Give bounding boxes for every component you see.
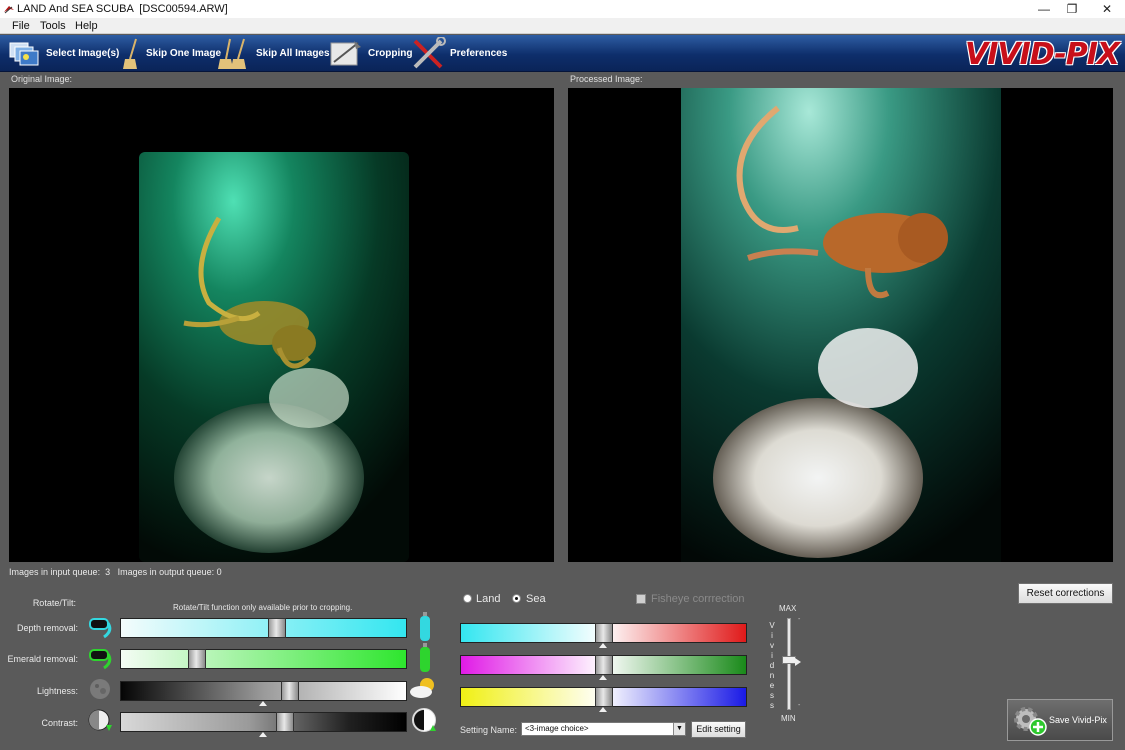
vividness-min-label: MIN <box>781 714 796 723</box>
skip-all-button[interactable]: Skip All Images <box>218 35 330 72</box>
lightness-slider[interactable] <box>120 681 407 701</box>
vividness-thumb[interactable] <box>782 656 796 664</box>
processed-image-label: Processed Image: <box>570 74 643 84</box>
dive-mask-green-icon <box>89 649 112 670</box>
menu-tools[interactable]: Tools <box>40 20 66 32</box>
toolbar: Select Image(s) Skip One Image Skip All … <box>0 35 1125 72</box>
contrast-thumb[interactable] <box>276 712 294 732</box>
magenta-green-marker <box>599 675 607 680</box>
land-radio[interactable] <box>463 594 472 603</box>
cropping-button[interactable]: Cropping <box>328 35 412 72</box>
window-title: LAND And SEA SCUBA [DSC00594.ARW] <box>17 3 228 15</box>
preferences-button[interactable]: Preferences <box>410 35 507 72</box>
contrast-low-icon <box>88 709 112 731</box>
vividness-max-label: MAX <box>779 604 797 613</box>
land-label: Land <box>476 593 501 605</box>
app-icon <box>4 6 14 14</box>
gear-plus-icon <box>1014 707 1047 736</box>
magenta-green-thumb[interactable] <box>595 655 613 675</box>
original-photo <box>139 152 409 562</box>
menu-bar: File Tools Help <box>0 18 1125 34</box>
broom-icon <box>123 38 137 69</box>
cyan-red-slider[interactable] <box>460 623 747 643</box>
select-images-label: Select Image(s) <box>46 48 120 59</box>
dive-mask-cyan-icon <box>89 618 112 639</box>
emerald-removal-label: Emerald removal: <box>7 654 78 664</box>
vividness-letter: e <box>769 681 775 690</box>
queue-status: Images in input queue: 3 Images in outpu… <box>9 567 222 577</box>
contrast-slider[interactable] <box>120 712 407 732</box>
emerald-removal-slider[interactable] <box>120 649 407 669</box>
vivid-pix-logo: VIVID-PIX <box>965 37 1120 72</box>
vividness-letter: s <box>770 701 774 710</box>
vividness-letter: i <box>771 651 773 660</box>
skip-one-button[interactable]: Skip One Image <box>122 35 221 72</box>
vividness-pointer-icon <box>795 658 801 666</box>
edit-setting-button[interactable]: Edit setting <box>691 721 746 738</box>
vividness-letter: s <box>770 691 774 700</box>
depth-removal-label: Depth removal: <box>16 623 78 633</box>
lightness-default-marker <box>259 701 267 706</box>
lightness-thumb[interactable] <box>281 681 299 701</box>
vividness-label: Vividness <box>768 621 776 711</box>
tools-icon <box>413 36 446 68</box>
setting-name-label: Setting Name: <box>460 725 518 735</box>
original-image-panel <box>9 88 554 562</box>
depth-removal-thumb[interactable] <box>268 618 286 638</box>
tank-green-icon <box>420 643 430 672</box>
magenta-green-slider[interactable] <box>460 655 747 675</box>
brooms-icon <box>218 38 246 69</box>
cropping-label: Cropping <box>368 48 413 59</box>
moon-icon <box>90 679 110 699</box>
rotate-tilt-label: Rotate/Tilt: <box>32 598 76 608</box>
vividness-letter: n <box>769 671 775 680</box>
vividness-letter: d <box>769 661 775 670</box>
vividness-letter: v <box>770 641 774 650</box>
lightness-label: Lightness: <box>36 686 78 696</box>
fisheye-label: Fisheye corrrection <box>651 593 745 605</box>
sea-label: Sea <box>526 593 546 605</box>
menu-help[interactable]: Help <box>75 20 98 32</box>
tank-cyan-icon <box>420 612 430 641</box>
setting-name-value: <3-image choice> <box>525 724 589 733</box>
crop-icon <box>330 40 361 65</box>
close-button[interactable]: ✕ <box>1090 0 1124 18</box>
original-image-label: Original Image: <box>11 74 73 84</box>
contrast-default-marker <box>259 732 267 737</box>
menu-file[interactable]: File <box>12 20 30 32</box>
title-bar: LAND And SEA SCUBA [DSC00594.ARW] — ❐ ✕ <box>0 0 1125 18</box>
processed-photo <box>681 88 1001 562</box>
vividness-slider[interactable] <box>782 618 796 710</box>
processed-image-panel <box>568 88 1113 562</box>
depth-removal-slider[interactable] <box>120 618 407 638</box>
sea-radio[interactable] <box>512 594 521 603</box>
chevron-down-icon[interactable]: ▼ <box>673 723 685 735</box>
skip-all-label: Skip All Images <box>256 48 330 59</box>
vividness-letter: V <box>769 621 775 630</box>
cyan-red-thumb[interactable] <box>595 623 613 643</box>
select-images-button[interactable]: Select Image(s) <box>6 35 119 72</box>
setting-name-select[interactable]: <3-image choice> ▼ <box>521 722 686 736</box>
rotate-tilt-note: Rotate/Tilt function only available prio… <box>173 603 353 612</box>
images-icon <box>9 42 39 65</box>
reset-corrections-button[interactable]: Reset corrections <box>1018 583 1113 604</box>
preferences-label: Preferences <box>450 48 508 59</box>
contrast-label: Contrast: <box>41 718 78 728</box>
vividness-letter: i <box>771 631 773 640</box>
emerald-removal-thumb[interactable] <box>188 649 206 669</box>
yellow-blue-thumb[interactable] <box>595 687 613 707</box>
contrast-high-icon <box>412 708 436 732</box>
restore-button[interactable]: ❐ <box>1055 0 1089 18</box>
skip-one-label: Skip One Image <box>146 48 222 59</box>
sun-cloud-icon <box>410 678 434 698</box>
yellow-blue-slider[interactable] <box>460 687 747 707</box>
save-vivid-pix-label: Save Vivid-Pix <box>1049 715 1107 725</box>
fisheye-checkbox[interactable] <box>636 594 646 604</box>
cyan-red-marker <box>599 643 607 648</box>
save-vivid-pix-button[interactable]: Save Vivid-Pix <box>1007 699 1113 741</box>
yellow-blue-marker <box>599 707 607 712</box>
